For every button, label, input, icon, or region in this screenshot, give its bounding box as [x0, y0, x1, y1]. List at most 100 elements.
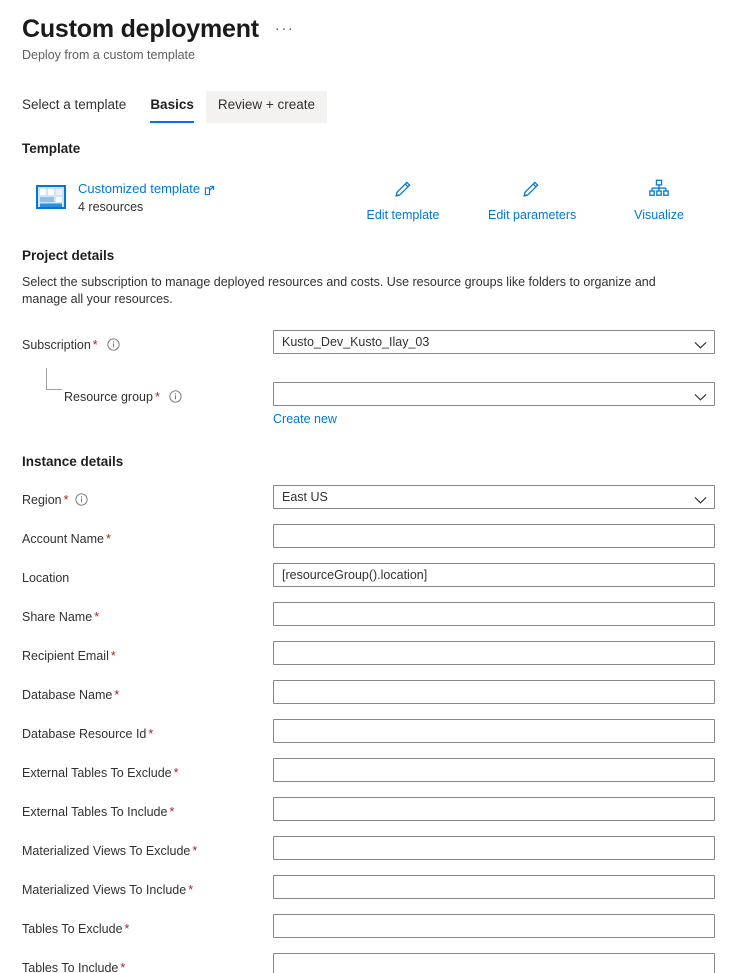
instance-details-fields: Region * East US Account Name * Location [reso… [0, 483, 748, 973]
project-details-description: Select the subscription to manage deploy… [22, 275, 656, 306]
visualize-button[interactable]: Visualize [616, 176, 702, 223]
instance-details-heading: Instance details [22, 454, 124, 469]
page-title: Custom deployment [22, 15, 259, 43]
info-icon[interactable] [107, 338, 120, 351]
template-action-bar: Edit template Edit parameters Visualize [360, 176, 702, 223]
tab-basics[interactable]: Basics [138, 91, 206, 123]
field-row-database-name: Database Name * [22, 678, 748, 717]
template-summary: Customized template 4 resources [36, 180, 215, 216]
external-tables-to-exclude-label-text: External Tables To Exclude [22, 766, 172, 780]
database-name-input[interactable] [273, 680, 715, 704]
project-details-heading: Project details [22, 248, 115, 263]
required-asterisk: * [114, 688, 120, 702]
tables-to-exclude-input[interactable] [273, 914, 715, 938]
database-resource-id-label: Database Resource Id * [22, 726, 153, 743]
field-row-region: Region * East US [22, 483, 748, 522]
required-asterisk: * [92, 338, 98, 352]
customized-template-link[interactable]: Customized template [78, 180, 215, 197]
tables-to-include-control[interactable] [273, 953, 715, 973]
share-name-input[interactable] [273, 602, 715, 626]
info-icon[interactable] [74, 493, 88, 506]
tab-review-create[interactable]: Review + create [205, 91, 328, 123]
external-tables-to-include-label-text: External Tables To Include [22, 805, 168, 819]
resource-group-select-wrap[interactable] [273, 382, 715, 406]
account-name-control[interactable] [273, 524, 715, 548]
page-header: Custom deployment ··· Deploy from a cust… [0, 0, 748, 63]
info-icon[interactable] [169, 390, 182, 403]
recipient-email-control[interactable] [273, 641, 715, 665]
account-name-label: Account Name * [22, 531, 111, 548]
tab-select-a-template[interactable]: Select a template [22, 91, 138, 123]
tables-to-include-input[interactable] [273, 953, 715, 973]
recipient-email-label: Recipient Email * [22, 648, 116, 665]
materialized-views-to-exclude-label-text: Materialized Views To Exclude [22, 844, 191, 858]
field-row-account-name: Account Name * [22, 522, 748, 561]
database-resource-id-control[interactable] [273, 719, 715, 743]
materialized-views-to-exclude-control[interactable] [273, 836, 715, 860]
location-label-text: Location [22, 571, 70, 585]
materialized-views-to-include-input[interactable] [273, 875, 715, 899]
materialized-views-to-exclude-label: Materialized Views To Exclude * [22, 843, 197, 860]
external-tables-to-exclude-control[interactable] [273, 758, 715, 782]
resource-group-dropdown[interactable] [273, 382, 715, 406]
location-control[interactable]: [resourceGroup().location] [273, 563, 715, 587]
location-input[interactable]: [resourceGroup().location] [273, 563, 715, 587]
field-row-external-tables-to-exclude: External Tables To Exclude * [22, 756, 748, 795]
materialized-views-to-exclude-input[interactable] [273, 836, 715, 860]
field-row-external-tables-to-include: External Tables To Include * [22, 795, 748, 834]
region-control[interactable]: East US [273, 485, 715, 509]
customized-template-link-label: Customized template [78, 181, 201, 196]
template-grid-icon [36, 182, 66, 212]
tree-connector [46, 368, 62, 390]
database-name-control[interactable] [273, 680, 715, 704]
database-name-label: Database Name * [22, 687, 119, 704]
materialized-views-to-include-control[interactable] [273, 875, 715, 899]
required-asterisk: * [154, 390, 160, 404]
required-asterisk: * [173, 766, 179, 780]
external-tables-to-include-label: External Tables To Include * [22, 804, 174, 821]
create-new-resource-group-link[interactable]: Create new [273, 411, 337, 427]
share-name-control[interactable] [273, 602, 715, 626]
template-resource-count: 4 resources [78, 200, 144, 214]
edit-parameters-button[interactable]: Edit parameters [488, 176, 577, 223]
field-row-tables-to-include: Tables To Include * [22, 951, 748, 973]
required-asterisk: * [124, 922, 130, 936]
subscription-label-text: Subscription [22, 338, 91, 352]
field-row-location: Location [resourceGroup().location] [22, 561, 748, 600]
region-dropdown[interactable]: East US [273, 485, 715, 509]
tab-bar: Select a template Basics Review + create [22, 91, 748, 123]
external-tables-to-exclude-input[interactable] [273, 758, 715, 782]
hierarchy-icon [616, 176, 702, 202]
recipient-email-input[interactable] [273, 641, 715, 665]
tables-to-exclude-label-text: Tables To Exclude [22, 922, 123, 936]
custom-deployment-page: Custom deployment ··· Deploy from a cust… [0, 0, 748, 973]
pencil-icon [488, 176, 574, 202]
title-row: Custom deployment ··· [22, 14, 748, 44]
tables-to-include-label: Tables To Include * [22, 960, 125, 973]
required-asterisk: * [169, 805, 175, 819]
field-row-recipient-email: Recipient Email * [22, 639, 748, 678]
edit-template-label: Edit template [366, 208, 440, 222]
resource-group-control: Create new [273, 382, 715, 428]
external-tables-to-exclude-label: External Tables To Exclude * [22, 765, 179, 782]
required-asterisk: * [188, 883, 194, 897]
edit-parameters-label: Edit parameters [488, 208, 577, 222]
pencil-icon [360, 176, 446, 202]
region-label: Region * [22, 492, 88, 509]
subscription-label: Subscription * [22, 337, 120, 354]
account-name-input[interactable] [273, 524, 715, 548]
field-row-subscription: Subscription * Kusto_Dev_Kusto_Ilay_03 [22, 328, 748, 367]
tables-to-exclude-control[interactable] [273, 914, 715, 938]
database-resource-id-input[interactable] [273, 719, 715, 743]
tables-to-exclude-label: Tables To Exclude * [22, 921, 129, 938]
external-tables-to-include-control[interactable] [273, 797, 715, 821]
edit-template-button[interactable]: Edit template [360, 176, 446, 223]
more-options-button[interactable]: ··· [275, 21, 295, 36]
share-name-label-text: Share Name [22, 610, 93, 624]
resource-group-label: Resource group * [64, 389, 182, 406]
subscription-control[interactable]: Kusto_Dev_Kusto_Ilay_03 [273, 330, 715, 354]
required-asterisk: * [94, 610, 100, 624]
external-link-icon [204, 183, 215, 196]
subscription-dropdown[interactable]: Kusto_Dev_Kusto_Ilay_03 [273, 330, 715, 354]
external-tables-to-include-input[interactable] [273, 797, 715, 821]
